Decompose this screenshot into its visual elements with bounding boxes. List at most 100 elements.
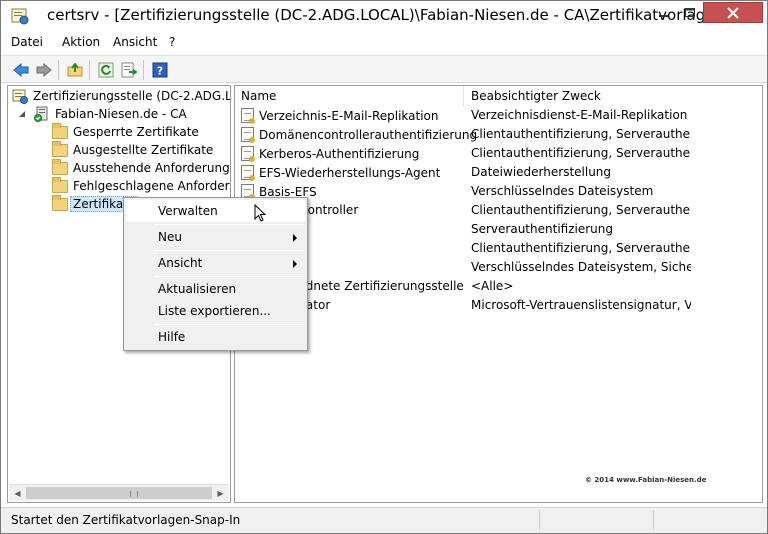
scroll-left-icon[interactable]: ◀: [9, 485, 26, 501]
certificate-template-icon: [241, 165, 255, 181]
folder-icon: [52, 122, 68, 139]
maximize-button[interactable]: [677, 2, 703, 23]
tree-label: Gesperrte Zertifikate: [73, 125, 199, 139]
column-header-name[interactable]: Name: [235, 86, 464, 106]
context-menu-liste-exportieren[interactable]: Liste exportieren...: [126, 300, 305, 322]
up-button[interactable]: [65, 60, 85, 80]
template-purpose: Serverauthentifizierung: [471, 222, 613, 236]
template-purpose: Clientauthentifizierung, Serverauthentif…: [471, 127, 691, 141]
menu-separator: [154, 324, 304, 325]
horizontal-scrollbar[interactable]: ◀ ▶: [9, 484, 229, 501]
refresh-button[interactable]: [96, 60, 116, 80]
menu-help[interactable]: ?: [169, 35, 175, 49]
watermark: © 2014 www.Fabian-Niesen.de: [585, 476, 707, 484]
template-name: Domänencontrollerauthentifizierung: [259, 127, 478, 142]
forward-button[interactable]: [34, 60, 54, 80]
template-purpose: Dateiwiederherstellung: [471, 165, 612, 179]
submenu-arrow-icon: [293, 260, 297, 268]
list-item[interactable]: controller Clientauthentifizierung, Serv…: [235, 201, 762, 220]
expanded-chevron-icon[interactable]: [18, 109, 28, 119]
scrollbar-thumb[interactable]: [26, 487, 212, 499]
context-menu-verwalten[interactable]: Verwalten: [126, 200, 305, 222]
template-purpose: Clientauthentifizierung, Serverauthentif…: [471, 146, 691, 160]
toolbar-separator: [143, 60, 144, 80]
context-menu: Verwalten Neu Ansicht Aktualisieren List…: [123, 197, 308, 351]
template-name: Kerberos-Authentifizierung: [259, 146, 420, 161]
template-purpose: Microsoft-Vertrauenslistensignatur, Ver.…: [471, 298, 691, 312]
scroll-right-icon[interactable]: ▶: [212, 485, 229, 501]
status-divider: [653, 510, 654, 530]
list-item[interactable]: rdnete Zertifizierungsstelle <Alle>: [235, 277, 762, 296]
context-menu-aktualisieren[interactable]: Aktualisieren: [126, 278, 305, 300]
column-header-purpose[interactable]: Beabsichtigter Zweck: [465, 86, 762, 106]
folder-icon: [52, 158, 68, 175]
list-item[interactable]: Domänencontrollerauthentifizierung Clien…: [235, 125, 762, 144]
tree-label: Fabian-Niesen.de - CA: [55, 107, 187, 121]
mouse-pointer-icon: [254, 204, 267, 222]
folder-icon: [52, 194, 68, 211]
toolbar-separator: [58, 60, 59, 80]
list-item[interactable]: Verschlüsselndes Dateisystem, Sichere E.…: [235, 258, 762, 277]
certificate-template-icon: [241, 146, 255, 162]
close-button[interactable]: [703, 2, 763, 23]
menu-separator: [154, 224, 304, 225]
maximize-icon: [684, 7, 695, 17]
mmc-window: certsrv - [Zertifizierungsstelle (DC-2.A…: [0, 0, 768, 534]
folder-icon: [52, 176, 68, 193]
tree-label: Zertifizierungsstelle (DC-2.ADG.LOCAL): [33, 89, 231, 103]
template-purpose: Clientauthentifizierung, Serverauthentif…: [471, 241, 691, 255]
list-item[interactable]: rator Microsoft-Vertrauenslistensignatur…: [235, 296, 762, 315]
minimize-icon: [659, 14, 668, 17]
list-item[interactable]: EFS-Wiederherstellungs-Agent Dateiwieder…: [235, 163, 762, 182]
help-button[interactable]: ?: [150, 60, 170, 80]
back-icon: [13, 63, 29, 77]
template-name: controller: [301, 203, 359, 217]
export-list-button[interactable]: [119, 60, 139, 80]
certsrv-app-icon: [11, 8, 29, 25]
ca-server-icon: [34, 106, 48, 122]
tree-item-ausstehende[interactable]: Ausstehende Anforderungen: [52, 158, 231, 177]
list-item[interactable]: Basis-EFS Verschlüsselndes Dateisystem: [235, 182, 762, 201]
menu-ansicht[interactable]: Ansicht: [113, 35, 157, 49]
back-button[interactable]: [11, 60, 31, 80]
status-divider: [539, 510, 540, 530]
menu-datei[interactable]: Datei: [11, 35, 43, 49]
help-icon: ?: [152, 62, 168, 78]
close-icon: [727, 6, 739, 19]
up-folder-icon: [67, 63, 83, 77]
minimize-button[interactable]: [651, 2, 677, 23]
tree-item-ausgestellte[interactable]: Ausgestellte Zertifikate: [52, 140, 213, 159]
tree-label: Fehlgeschlagene Anforderungen: [73, 179, 230, 193]
tree-item-root[interactable]: Zertifizierungsstelle (DC-2.ADG.LOCAL): [12, 87, 231, 105]
template-name: EFS-Wiederherstellungs-Agent: [259, 165, 441, 180]
menu-separator: [154, 250, 304, 251]
status-bar: Startet den Zertifikatvorlagen-Snap-In: [1, 507, 767, 533]
tree-item-ca[interactable]: Fabian-Niesen.de - CA: [18, 105, 187, 123]
certificate-authority-icon: [12, 89, 28, 104]
menu-aktion[interactable]: Aktion: [62, 35, 100, 49]
refresh-icon: [98, 62, 114, 78]
context-menu-neu[interactable]: Neu: [126, 226, 305, 248]
list-item[interactable]: r Serverauthentifizierung: [235, 220, 762, 239]
template-purpose: Verschlüsselndes Dateisystem: [471, 184, 654, 198]
toolbar: ?: [1, 55, 767, 83]
template-name: rdnete Zertifizierungsstelle: [301, 279, 464, 293]
template-name: Verzeichnis-E-Mail-Replikation: [259, 108, 439, 123]
list-item[interactable]: r Clientauthentifizierung, Serverauthent…: [235, 239, 762, 258]
title-bar[interactable]: certsrv - [Zertifizierungsstelle (DC-2.A…: [1, 1, 767, 31]
template-purpose: Clientauthentifizierung, Serverauthentif…: [471, 203, 691, 217]
menu-separator: [154, 276, 304, 277]
certificate-template-icon: [241, 108, 255, 124]
export-list-icon: [121, 62, 137, 78]
context-menu-ansicht[interactable]: Ansicht: [126, 252, 305, 274]
folder-icon: [52, 140, 68, 157]
tree-item-fehlgeschlagene[interactable]: Fehlgeschlagene Anforderungen: [52, 176, 230, 195]
result-list[interactable]: Name Beabsichtigter Zweck Verzeichnis-E-…: [234, 85, 763, 503]
context-menu-hilfe[interactable]: Hilfe: [126, 326, 305, 348]
list-item[interactable]: Kerberos-Authentifizierung Clientauthent…: [235, 144, 762, 163]
forward-icon: [36, 63, 52, 77]
list-item[interactable]: Verzeichnis-E-Mail-Replikation Verzeichn…: [235, 106, 762, 125]
tree-item-gesperrte[interactable]: Gesperrte Zertifikate: [52, 122, 199, 141]
toolbar-separator: [89, 60, 90, 80]
tree-label: Ausstehende Anforderungen: [73, 161, 231, 175]
